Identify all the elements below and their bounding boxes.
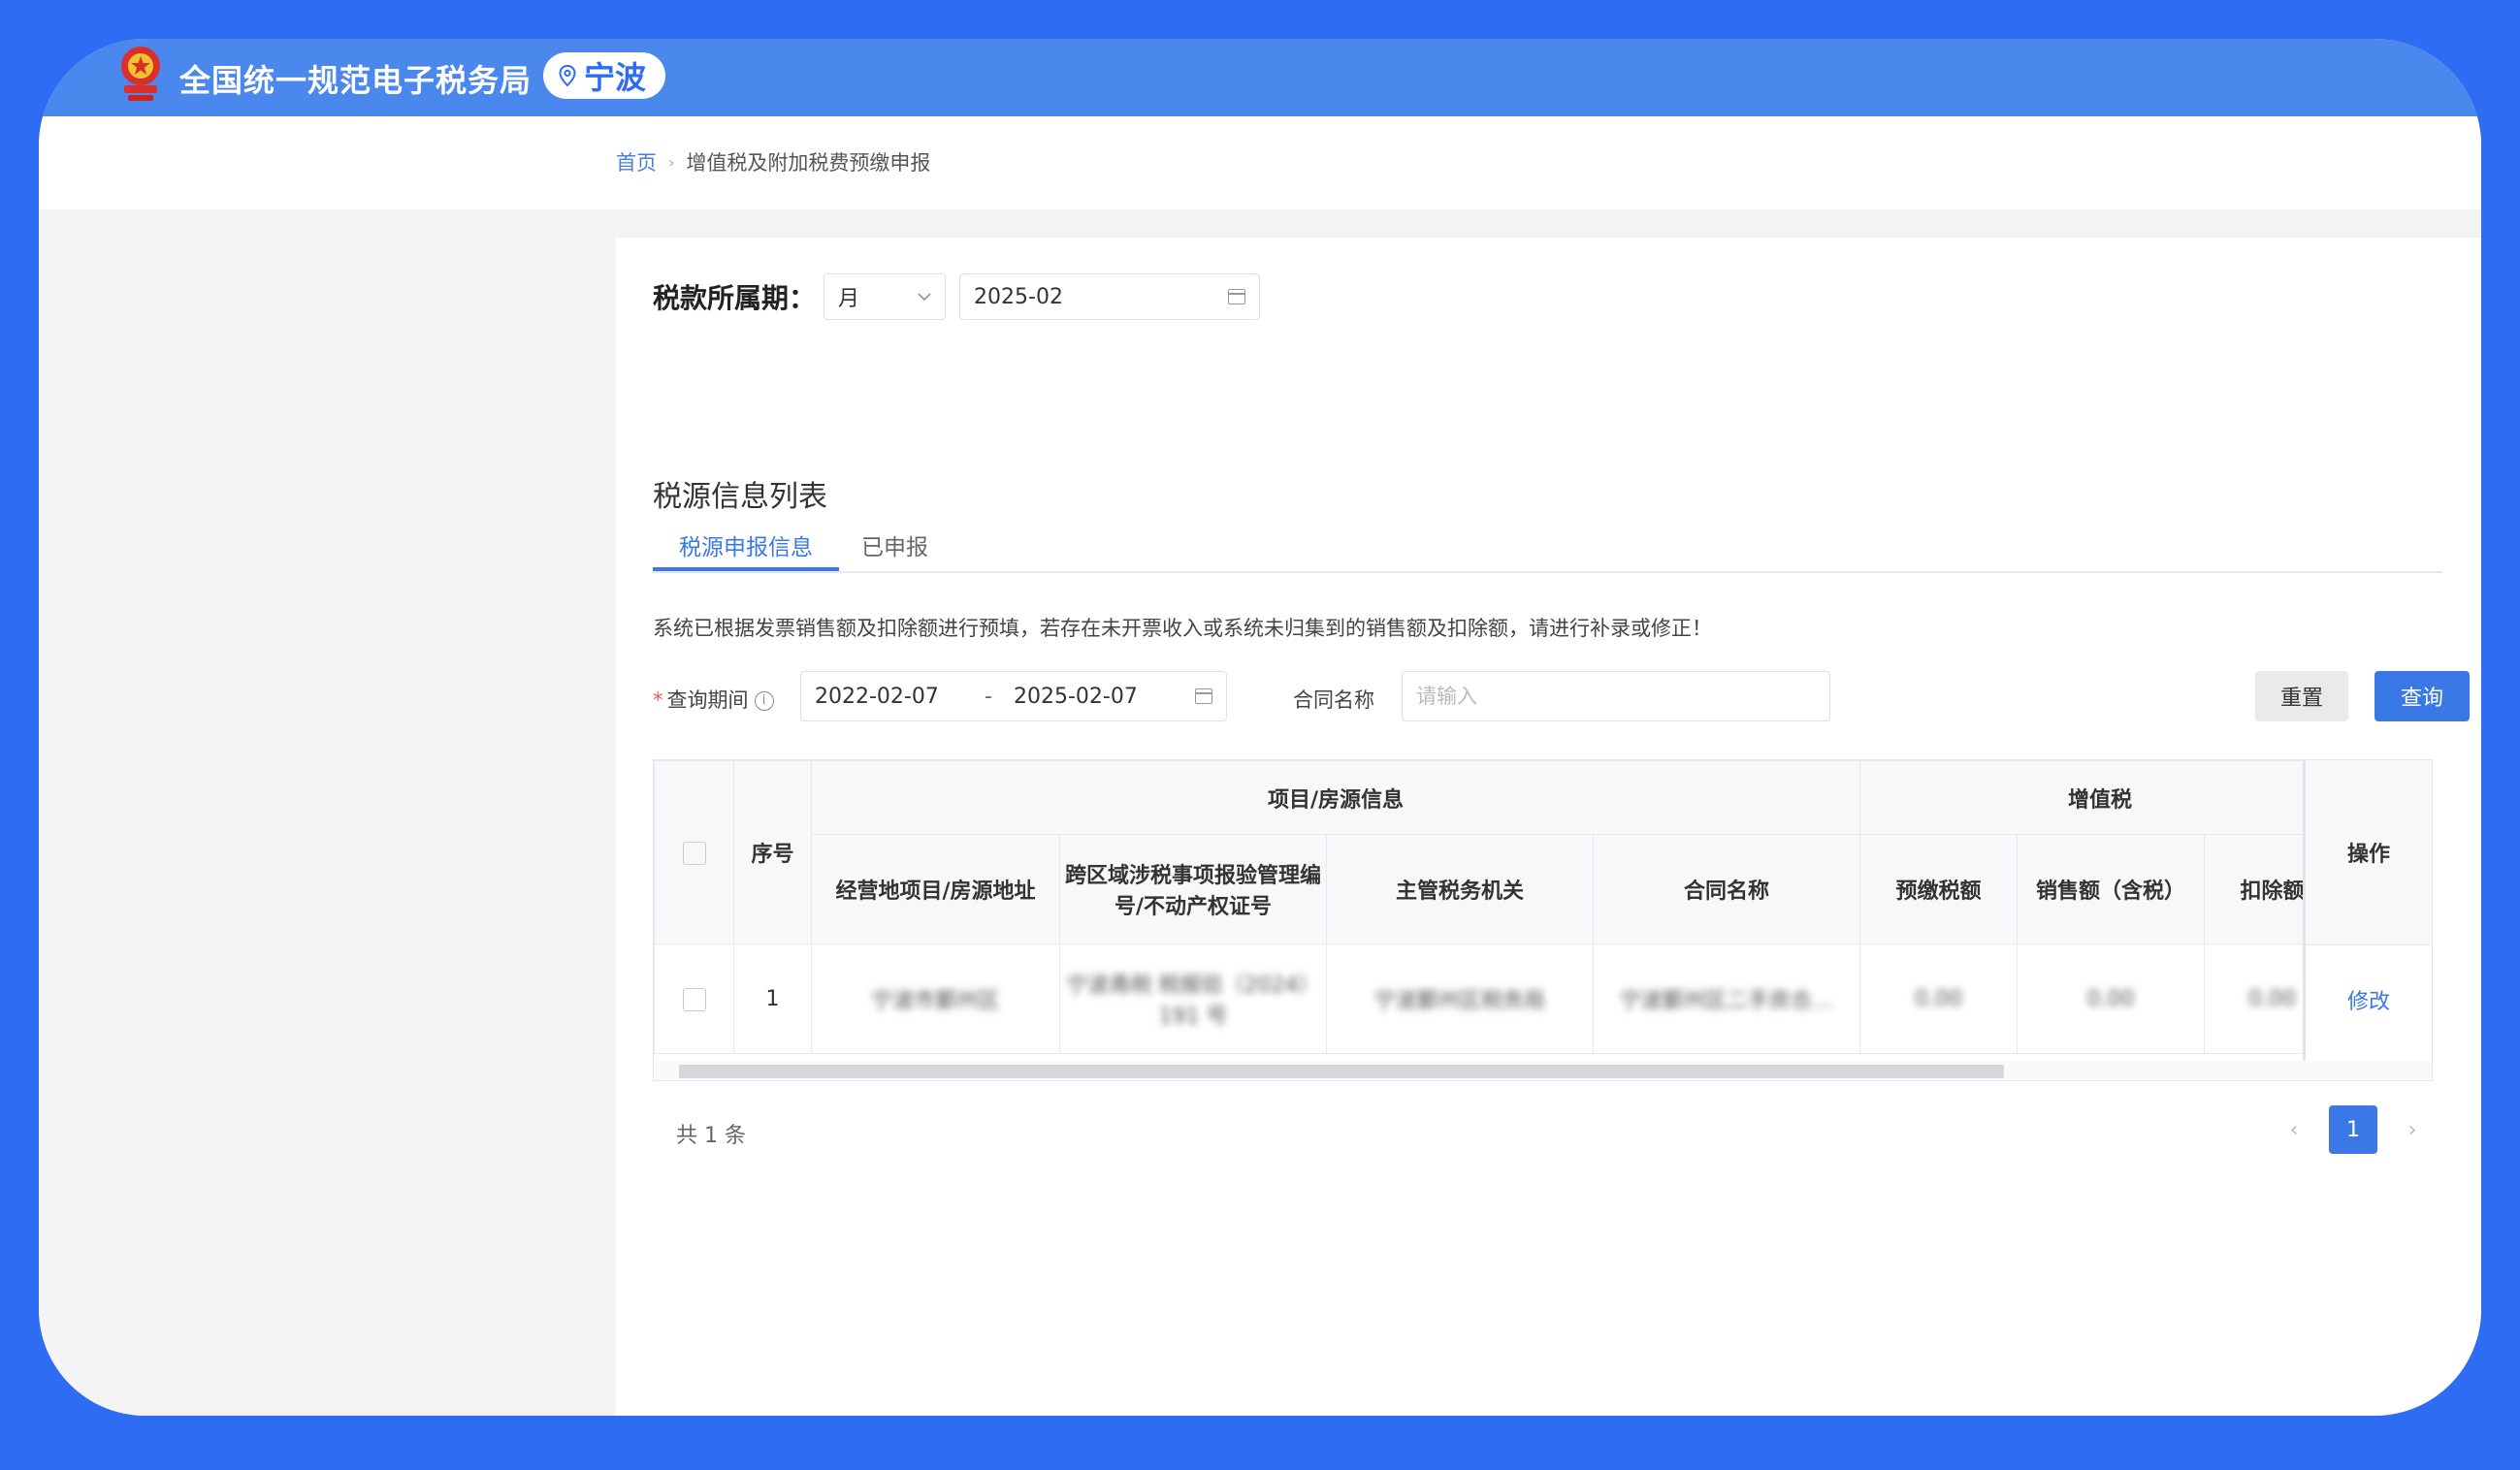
required-mark: * — [653, 688, 663, 712]
tab-declared[interactable]: 已申报 — [861, 528, 928, 561]
col-authority: 主管税务机关 — [1326, 834, 1594, 944]
col-sales: 销售额（含税） — [2017, 834, 2206, 944]
group-project-info: 项目/房源信息 — [810, 760, 1861, 835]
total-count: 共 1 条 — [676, 1124, 746, 1148]
query-button[interactable]: 查询 — [2375, 671, 2470, 721]
select-all-header — [654, 760, 734, 944]
row-contract: 宁波鄞州区二手房合… — [1592, 943, 1861, 1054]
col-prepaid-tax: 预缴税额 — [1859, 834, 2019, 944]
query-form: *查询期间i 2022-02-07 - 2025-02-07 合同名称 重置 查… — [653, 671, 2470, 723]
breadcrumb-bar: 首页 › 增值税及附加税费预缴申报 — [39, 116, 2481, 209]
horizontal-scrollbar[interactable] — [654, 1061, 2432, 1080]
breadcrumb-separator: › — [668, 152, 675, 172]
breadcrumb: 首页 › 增值税及附加税费预缴申报 — [616, 147, 930, 176]
query-period-label: * 查询期间 i — [653, 685, 774, 714]
tax-source-table: 序号 项目/房源信息 增值税 经营地项目/房源地址 跨区域涉税事项报验管理编号/… — [653, 759, 2433, 1081]
row-cert: 宁波甬税 税报验（2024）191 号 — [1059, 943, 1327, 1054]
col-action: 操作 — [2306, 760, 2432, 945]
query-date-range-picker[interactable]: 2022-02-07 - 2025-02-07 — [800, 671, 1227, 721]
row-seq: 1 — [733, 943, 812, 1054]
contract-name-input[interactable] — [1402, 671, 1830, 721]
period-unit-select[interactable]: 月 — [824, 273, 947, 320]
range-start: 2022-02-07 — [815, 684, 939, 709]
calendar-icon — [1228, 289, 1246, 304]
range-end: 2025-02-07 — [1014, 684, 1138, 709]
row-prepaid-tax: 0.00 — [1859, 943, 2019, 1054]
tab-tax-source-declaration[interactable]: 税源申报信息 — [653, 528, 839, 571]
row-authority: 宁波鄞州区税务局 — [1326, 943, 1594, 1054]
national-emblem-icon — [121, 47, 160, 101]
sidebar — [39, 209, 616, 1416]
edit-link[interactable]: 修改 — [2306, 944, 2432, 1054]
tax-period-row: 税款所属期： 月 2025-02 — [653, 273, 1261, 320]
region-selector[interactable]: 宁波 — [543, 52, 666, 99]
action-column: 操作 修改 — [2303, 760, 2432, 1063]
row-checkbox[interactable] — [682, 987, 706, 1011]
period-unit-value: 月 — [838, 287, 860, 311]
period-date-value: 2025-02 — [974, 284, 1063, 309]
breadcrumb-current: 增值税及附加税费预缴申报 — [686, 151, 931, 175]
col-cert: 跨区域涉税事项报验管理编号/不动产权证号 — [1059, 834, 1327, 944]
period-date-picker[interactable]: 2025-02 — [959, 273, 1261, 320]
group-vat: 增值税 — [1859, 760, 2342, 835]
pagination: ‹ 1 › — [2284, 1105, 2422, 1154]
tab-bar: 税源申报信息 已申报 — [653, 528, 2442, 573]
main-panel: 税款所属期： 月 2025-02 税源信息列表 税源申报信息 已申报 系统已根据… — [616, 238, 2481, 1416]
next-page-button[interactable]: › — [2403, 1118, 2422, 1142]
row-address: 宁波市鄞州区 — [811, 943, 1060, 1054]
col-contract: 合同名称 — [1592, 834, 1861, 944]
select-all-checkbox[interactable] — [682, 841, 706, 865]
site-title: 全国统一规范电子税务局 — [179, 62, 533, 99]
app-frame: 全国统一规范电子税务局 宁波 首页 › 增值税及附加税费预缴申报 税款所属期： … — [39, 39, 2481, 1416]
page-number-button[interactable]: 1 — [2329, 1105, 2377, 1154]
row-checkbox-cell — [654, 943, 734, 1054]
col-seq: 序号 — [733, 760, 812, 944]
tax-period-label: 税款所属期： — [653, 282, 817, 314]
data-table: 序号 项目/房源信息 增值税 经营地项目/房源地址 跨区域涉税事项报验管理编号/… — [654, 760, 2432, 1054]
col-address: 经营地项目/房源地址 — [811, 834, 1060, 944]
top-header: 全国统一规范电子税务局 宁波 — [39, 39, 2481, 116]
info-icon[interactable]: i — [754, 691, 774, 711]
range-separator: - — [985, 684, 992, 709]
location-pin-icon — [559, 65, 576, 86]
reset-button[interactable]: 重置 — [2255, 671, 2348, 721]
prefill-notice: 系统已根据发票销售额及扣除额进行预填，若存在未开票收入或系统未归集到的销售额及扣… — [653, 617, 1712, 640]
scrollbar-thumb[interactable] — [679, 1065, 2004, 1078]
region-name: 宁波 — [584, 59, 647, 96]
section-title: 税源信息列表 — [653, 480, 827, 514]
query-period-text: 查询期间 — [666, 688, 749, 712]
table-row: 1 宁波市鄞州区 宁波甬税 税报验（2024）191 号 宁波鄞州区税务局 宁波… — [654, 943, 2432, 1054]
breadcrumb-home-link[interactable]: 首页 — [616, 147, 657, 176]
prev-page-button[interactable]: ‹ — [2284, 1118, 2304, 1142]
row-sales: 0.00 — [2017, 943, 2206, 1054]
calendar-icon — [1195, 688, 1212, 704]
contract-name-label: 合同名称 — [1293, 688, 1374, 712]
chevron-down-icon — [918, 292, 931, 301]
